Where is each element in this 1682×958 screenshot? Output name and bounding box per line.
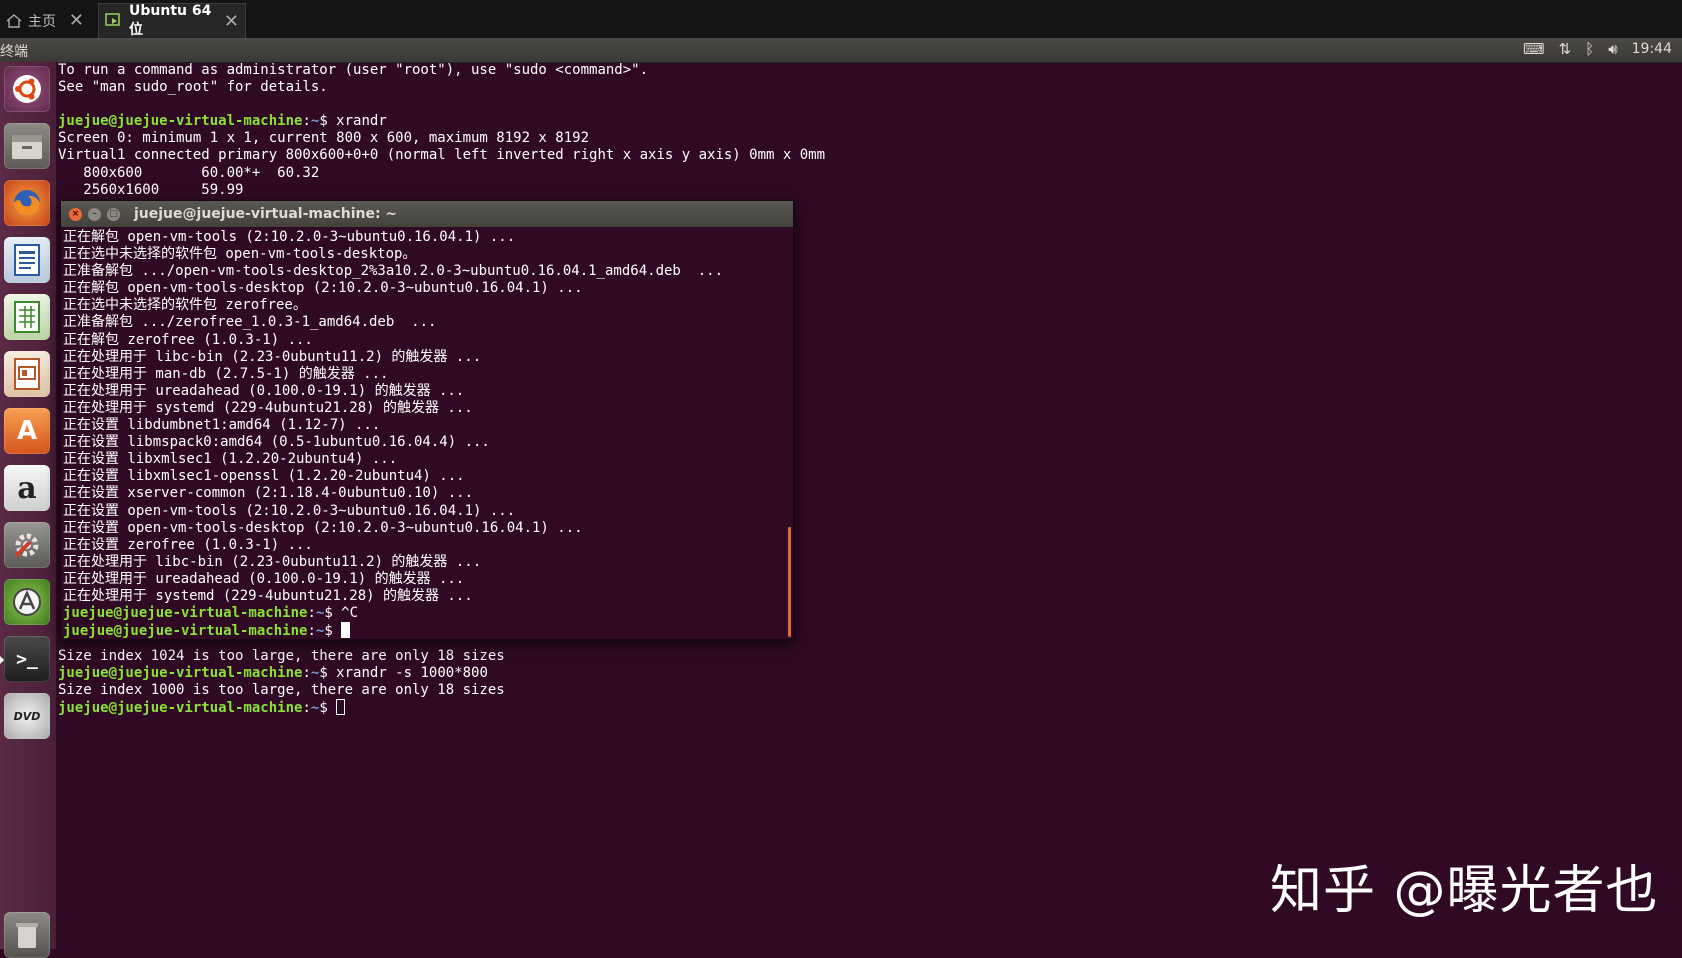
trash-icon[interactable]: [4, 912, 50, 958]
text-cursor: [336, 699, 346, 716]
keyboard-icon[interactable]: ⌨: [1523, 40, 1545, 58]
output-line: 正在处理用于 systemd (229-4ubuntu21.28) 的触发器 .…: [63, 587, 473, 604]
software-center-icon[interactable]: A: [4, 408, 50, 454]
output-line: 正在解包 open-vm-tools-desktop (2:10.2.0-3~u…: [63, 280, 583, 297]
text-cursor: [341, 622, 351, 639]
window-title: juejue@juejue-virtual-machine: ~: [134, 206, 398, 222]
terminal-icon[interactable]: >_: [0, 636, 50, 682]
launcher: A a >_ DVD: [0, 62, 57, 958]
clock[interactable]: 19:44: [1632, 41, 1672, 57]
output-line: To run a command as administrator (user …: [58, 62, 649, 78]
running-indicator: [0, 656, 4, 664]
output-line: 正在解包 open-vm-tools (2:10.2.0-3~ubuntu0.1…: [63, 229, 516, 245]
settings-icon[interactable]: [4, 522, 50, 568]
home-icon: [6, 13, 22, 28]
prompt-line: juejue@juejue-virtual-machine:~$: [58, 699, 505, 717]
indicator-area: ⌨ ⇅ ᛒ 🔊︎ 19:44: [1523, 40, 1672, 58]
top-panel: 终端 ⌨ ⇅ ᛒ 🔊︎ 19:44: [0, 38, 1682, 63]
output-line: 正在处理用于 ureadahead (0.100.0-19.1) 的触发器 ..…: [63, 382, 465, 399]
output-line: 正在处理用于 libc-bin (2.23-0ubuntu11.2) 的触发器 …: [63, 348, 482, 365]
impress-icon[interactable]: [4, 351, 50, 397]
output-line: Virtual1 connected primary 800x600+0+0 (…: [58, 147, 826, 164]
output-line: 正在设置 xserver-common (2:1.18.4-0ubuntu0.1…: [63, 485, 474, 502]
output-line: 正在处理用于 libc-bin (2.23-0ubuntu11.2) 的触发器 …: [63, 553, 482, 570]
terminal-output-lower: Size index 1024 is too large, there are …: [58, 648, 505, 717]
output-line: 正在设置 libdumbnet1:amd64 (1.12-7) ...: [63, 417, 381, 434]
output-line: 正在处理用于 ureadahead (0.100.0-19.1) 的触发器 ..…: [63, 570, 465, 587]
close-icon[interactable]: ✕: [224, 11, 239, 32]
volume-icon[interactable]: 🔊︎: [1608, 40, 1617, 58]
output-line: Screen 0: minimum 1 x 1, current 800 x 6…: [58, 130, 590, 147]
calc-icon[interactable]: [4, 294, 50, 340]
dvd-icon[interactable]: DVD: [4, 693, 50, 739]
network-icon[interactable]: ⇅: [1559, 40, 1572, 58]
terminal-window[interactable]: × – □ juejue@juejue-virtual-machine: ~ 正…: [60, 200, 794, 640]
prompt-line: juejue@juejue-virtual-machine:~$ ^C: [63, 605, 359, 622]
output-line: Size index 1024 is too large, there are …: [58, 648, 505, 664]
output-line: 正在设置 libmspack0:amd64 (0.5-1ubuntu0.16.0…: [63, 434, 490, 451]
files-icon[interactable]: [4, 123, 50, 169]
terminal-window-output: 正在解包 open-vm-tools (2:10.2.0-3~ubuntu0.1…: [61, 227, 793, 640]
window-maximize-button[interactable]: □: [107, 207, 120, 221]
amazon-icon[interactable]: a: [4, 465, 50, 511]
output-line: 正准备解包 .../zerofree_1.0.3-1_amd64.deb ...: [63, 314, 437, 331]
writer-icon[interactable]: [4, 237, 50, 283]
output-line: 正在设置 open-vm-tools (2:10.2.0-3~ubuntu0.1…: [63, 502, 516, 519]
watermark: 知乎 @曝光者也: [1270, 861, 1659, 921]
close-icon[interactable]: ✕: [69, 10, 84, 31]
output-line: 正在处理用于 man-db (2.7.5-1) 的触发器 ...: [63, 365, 389, 382]
output-line: 正在处理用于 systemd (229-4ubuntu21.28) 的触发器 .…: [63, 399, 473, 416]
tab-home[interactable]: 主页 ✕: [0, 3, 90, 38]
vm-icon: [105, 13, 123, 29]
panel-app-title: 终端: [0, 44, 28, 60]
output-line: 正在选中未选择的软件包 zerofree。: [63, 297, 307, 314]
scrollbar[interactable]: [788, 527, 791, 637]
prompt-line: juejue@juejue-virtual-machine:~$ xrandr …: [58, 665, 488, 682]
output-line: 正在设置 libxmlsec1-openssl (1.2.20-2ubuntu4…: [63, 468, 465, 485]
output-line: 正在选中未选择的软件包 open-vm-tools-desktop。: [63, 246, 417, 263]
firefox-icon[interactable]: [4, 180, 50, 226]
output-line: 正准备解包 .../open-vm-tools-desktop_2%3a10.2…: [63, 263, 724, 280]
window-minimize-button[interactable]: –: [88, 207, 101, 221]
output-line: 正在解包 zerofree (1.0.3-1) ...: [63, 331, 313, 348]
prompt-line: juejue@juejue-virtual-machine:~$: [63, 622, 793, 640]
output-line: 正在设置 zerofree (1.0.3-1) ...: [63, 536, 313, 553]
window-close-button[interactable]: ×: [69, 207, 82, 221]
tab-ubuntu-vm[interactable]: Ubuntu 64 位 ✕: [98, 3, 246, 38]
tab-home-label: 主页: [28, 13, 56, 30]
tab-ubuntu-label: Ubuntu 64 位: [129, 3, 212, 38]
bluetooth-icon[interactable]: ᛒ: [1585, 40, 1594, 58]
prompt-line: juejue@juejue-virtual-machine:~$ xrandr: [58, 113, 387, 130]
output-line: 2560x1600 59.99: [58, 181, 244, 198]
output-line: Size index 1000 is too large, there are …: [58, 682, 505, 699]
output-line: 正在设置 libxmlsec1 (1.2.20-2ubuntu4) ...: [63, 451, 398, 468]
ubuntu-dash-icon[interactable]: [4, 66, 50, 112]
updater-icon[interactable]: [4, 579, 50, 625]
vm-tab-bar: 主页 ✕ Ubuntu 64 位 ✕: [0, 0, 1682, 39]
output-line: See "man sudo_root" for details.: [58, 79, 328, 96]
window-titlebar[interactable]: × – □ juejue@juejue-virtual-machine: ~: [61, 201, 793, 227]
output-line: 800x600 60.00*+ 60.32: [58, 164, 320, 181]
output-line: 正在设置 open-vm-tools-desktop (2:10.2.0-3~u…: [63, 519, 583, 536]
terminal-output: To run a command as administrator (user …: [58, 62, 1682, 199]
